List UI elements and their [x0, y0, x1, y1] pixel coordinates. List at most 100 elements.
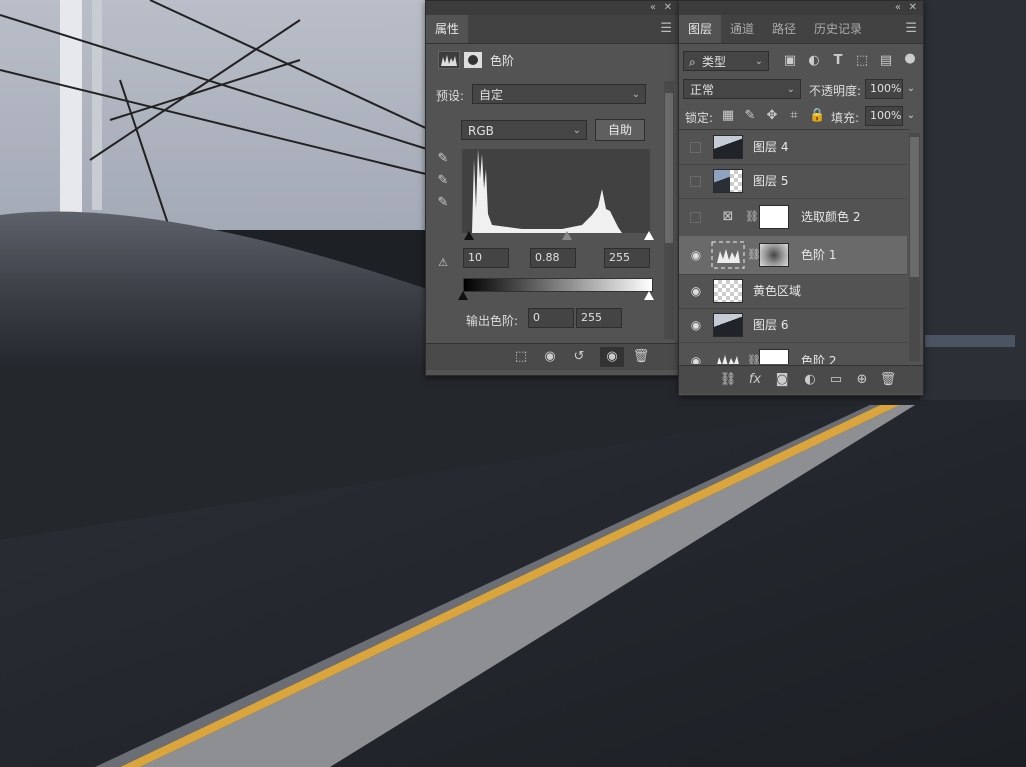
lock-label: 锁定: [685, 111, 714, 125]
hamburger-menu-icon[interactable]: ☰ [660, 15, 672, 43]
tab-channels[interactable]: 通道 [721, 15, 763, 43]
hamburger-menu-icon[interactable]: ☰ [905, 15, 917, 43]
visibility-toggle[interactable] [690, 212, 701, 223]
output-levels-label: 输出色阶: [466, 314, 519, 328]
visibility-toggle[interactable] [690, 176, 701, 187]
trash-icon[interactable]: 🗑 [632, 349, 650, 365]
layers-bottom-toolbar: ⛓ fx ◙ ◐ ▭ ⊕ 🗑 [679, 365, 923, 394]
filter-type-icon[interactable]: T [829, 53, 847, 69]
layer-name: 色阶 2 [801, 354, 837, 364]
link-layers-icon[interactable]: ⛓ [719, 372, 737, 388]
search-icon: ⌕ [689, 55, 696, 69]
layer-thumbnail [713, 135, 743, 159]
collapse-icon[interactable]: « [895, 1, 901, 15]
preset-value: 自定 [479, 88, 504, 102]
input-gamma-field[interactable]: 0.88 [530, 248, 576, 268]
collapse-icon[interactable]: « [650, 1, 656, 15]
output-black-field[interactable]: 0 [528, 308, 574, 328]
mask-icon[interactable] [464, 52, 482, 68]
visibility-toggle[interactable] [690, 142, 701, 153]
levels-adjustment-icon [717, 355, 739, 364]
filter-adjustment-icon[interactable]: ◐ [805, 53, 823, 69]
levels-adjustment-icon[interactable] [438, 51, 460, 69]
output-white-slider[interactable] [644, 291, 654, 300]
layer-name: 选取颜色 2 [801, 210, 861, 224]
filter-smart-object-icon[interactable]: ▤ [877, 53, 895, 69]
filter-toggle-icon[interactable]: ● [903, 51, 917, 67]
adjustment-layer-icon[interactable]: ◐ [801, 372, 819, 388]
fill-field[interactable]: 100% [865, 106, 903, 126]
input-white-slider[interactable] [644, 231, 654, 240]
clip-to-layer-icon[interactable]: ⬚ [512, 349, 530, 365]
close-icon[interactable]: ✕ [909, 1, 917, 15]
layer-row[interactable]: ◉ ⛓ 色阶 2 [679, 342, 907, 364]
filter-pixel-icon[interactable]: ▣ [781, 53, 799, 69]
layer-row[interactable]: ⊠ ⛓ 选取颜色 2 [679, 198, 907, 237]
lock-artboard-icon[interactable]: ⌗ [787, 108, 801, 124]
new-layer-icon[interactable]: ⊕ [853, 372, 871, 388]
clipping-warning-icon[interactable]: ⚠ [432, 255, 454, 271]
input-black-field[interactable]: 10 [463, 248, 509, 268]
eye-icon[interactable]: ◉ [688, 283, 704, 299]
layer-row[interactable]: 图层 4 [679, 130, 907, 165]
lock-image-icon[interactable]: ✎ [743, 108, 757, 124]
opacity-field[interactable]: 100% [865, 79, 903, 99]
layer-mask-thumbnail [759, 205, 789, 229]
reset-icon[interactable]: ↺ [570, 349, 588, 365]
gray-point-eyedropper-icon[interactable]: ✎ [434, 173, 452, 189]
layers-scrollbar[interactable] [909, 133, 920, 361]
layer-mask-thumbnail [759, 349, 789, 364]
eye-icon[interactable]: ◉ [688, 317, 704, 333]
layer-thumbnail [713, 169, 743, 193]
properties-tabbar: 属性 ☰ [426, 15, 678, 44]
chain-link-icon[interactable]: ⛓ [747, 247, 761, 263]
output-gradient [463, 278, 653, 292]
input-black-slider[interactable] [464, 231, 474, 240]
layer-row[interactable]: 图层 5 [679, 164, 907, 199]
trash-icon[interactable]: 🗑 [879, 372, 897, 388]
eye-icon[interactable]: ◉ [688, 353, 704, 364]
chain-link-icon[interactable]: ⛓ [745, 209, 759, 225]
channel-dropdown[interactable]: RGB ⌄ [461, 120, 587, 140]
eye-icon[interactable]: ◉ [688, 247, 704, 263]
chain-link-icon[interactable]: ⛓ [747, 353, 761, 364]
filter-shape-icon[interactable]: ⬚ [853, 53, 871, 69]
lock-all-icon[interactable]: 🔒 [809, 108, 825, 124]
white-point-eyedropper-icon[interactable]: ✎ [434, 195, 452, 211]
auto-button[interactable]: 自助 [595, 119, 645, 141]
layer-name: 色阶 1 [801, 248, 837, 262]
output-black-slider[interactable] [458, 291, 468, 300]
filter-kind-dropdown[interactable]: ⌕ 类型 ⌄ [683, 51, 769, 71]
scroll-thumb[interactable] [910, 137, 919, 277]
fx-icon[interactable]: fx [745, 372, 765, 388]
tab-layers[interactable]: 图层 [679, 15, 722, 43]
layer-name: 图层 5 [753, 174, 789, 188]
close-icon[interactable]: ✕ [664, 1, 672, 15]
scroll-thumb[interactable] [665, 93, 673, 243]
view-previous-icon[interactable]: ◉ [540, 349, 560, 365]
tab-paths[interactable]: 路径 [763, 15, 805, 43]
output-white-field[interactable]: 255 [576, 308, 622, 328]
layer-row-selected[interactable]: ◉ ⛓ 色阶 1 [679, 236, 907, 275]
eye-icon[interactable]: ◉ [600, 347, 624, 367]
blend-mode-dropdown[interactable]: 正常 ⌄ [683, 79, 801, 99]
tab-history[interactable]: 历史记录 [805, 15, 871, 43]
lock-transparent-icon[interactable]: ▦ [721, 108, 735, 124]
layer-row[interactable]: ◉ 图层 6 [679, 308, 907, 343]
chevron-down-icon[interactable]: ⌄ [905, 81, 917, 97]
black-point-eyedropper-icon[interactable]: ✎ [434, 151, 452, 167]
tab-properties[interactable]: 属性 [426, 15, 469, 43]
group-folder-icon[interactable]: ▭ [827, 372, 845, 388]
properties-scrollbar[interactable] [664, 81, 674, 339]
chevron-down-icon: ⌄ [786, 84, 795, 95]
input-white-field[interactable]: 255 [604, 248, 650, 268]
layers-tabbar: 图层 通道 路径 历史记录 ☰ [679, 15, 923, 44]
layer-row[interactable]: ◉ 黄色区域 [679, 274, 907, 309]
layers-panel: « ✕ 图层 通道 路径 历史记录 ☰ ⌕ 类型 ⌄ ▣ ◐ T ⬚ ▤ ● 正… [678, 0, 924, 396]
chevron-down-icon: ⌄ [572, 125, 581, 136]
add-mask-icon[interactable]: ◙ [773, 372, 791, 388]
lock-position-icon[interactable]: ✥ [765, 108, 779, 124]
input-gamma-slider[interactable] [562, 231, 572, 240]
preset-dropdown[interactable]: 自定 ⌄ [472, 84, 646, 104]
chevron-down-icon[interactable]: ⌄ [905, 108, 917, 124]
